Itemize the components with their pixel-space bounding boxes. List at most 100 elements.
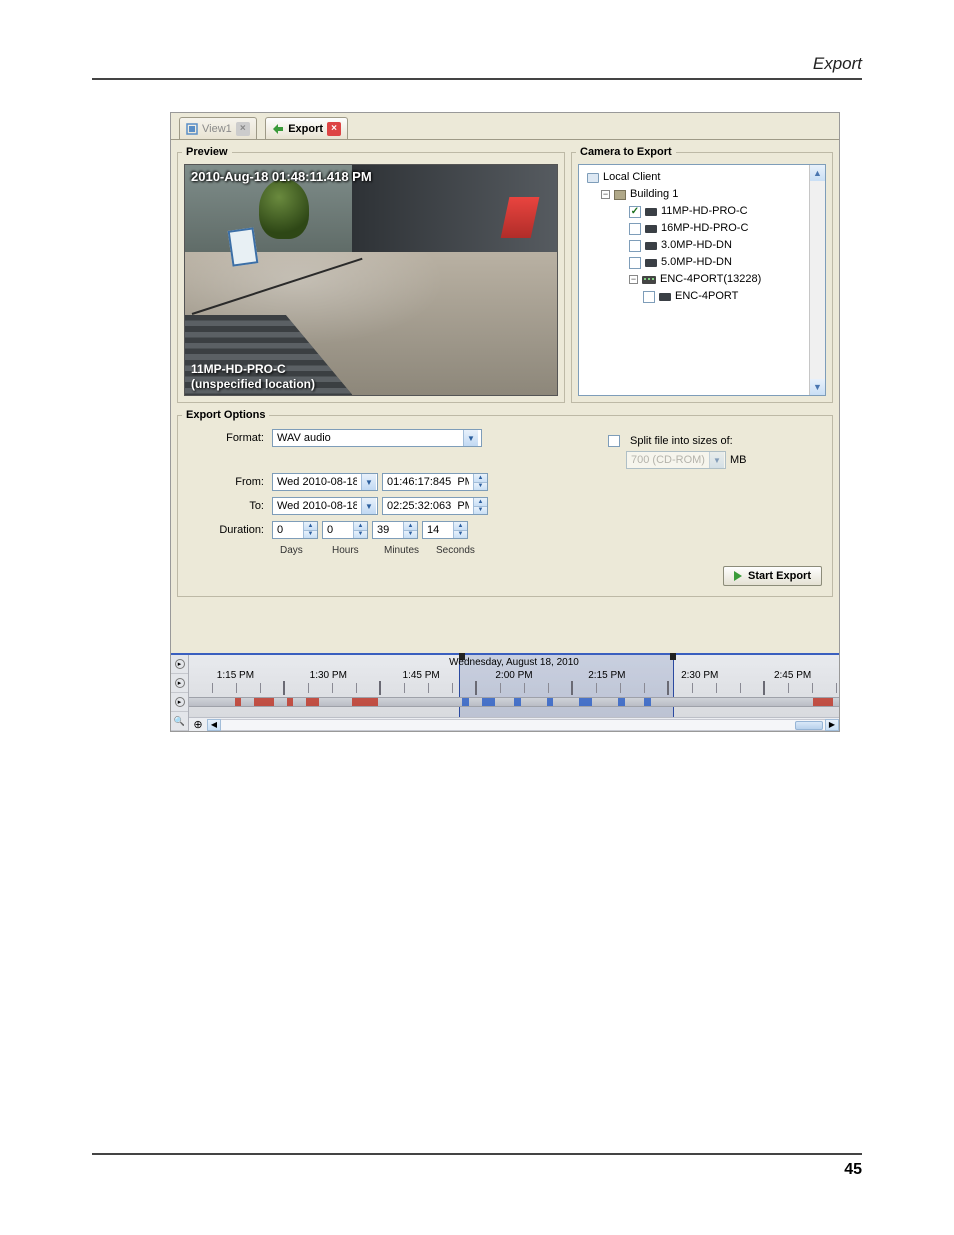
tab-export[interactable]: Export × [265, 117, 348, 139]
chevron-down-icon[interactable]: ▼ [361, 498, 376, 514]
spin-up-icon[interactable]: ▲ [454, 522, 467, 531]
hours-input[interactable] [323, 522, 353, 538]
spin-up-icon[interactable]: ▲ [474, 498, 487, 507]
preview-video[interactable]: 2010-Aug-18 01:48:11.418 PM 11MP-HD-PRO-… [184, 164, 558, 396]
checkbox[interactable] [629, 223, 641, 235]
tab-view1-close[interactable]: × [236, 122, 250, 136]
tree-cam-3[interactable]: 5.0MP-HD-DN [587, 254, 821, 271]
days-input[interactable] [273, 522, 303, 538]
record-segment [462, 698, 469, 706]
camera-icon [645, 242, 657, 250]
zoom-in-icon[interactable]: ⊕ [189, 718, 207, 731]
play-icon: ▸ [175, 659, 185, 669]
camera-tree[interactable]: Local Client − Building 1 11MP-HD-PRO-C [578, 164, 826, 396]
checkbox[interactable] [629, 257, 641, 269]
format-label: Format: [188, 432, 272, 444]
time-label: 2:00 PM [468, 670, 561, 681]
row-from: From: ▼ ▲▼ [188, 473, 822, 491]
timeline-play-button[interactable]: ▸ [171, 693, 188, 712]
record-segment [514, 698, 521, 706]
timeline-ticks-major [189, 681, 839, 695]
checkbox[interactable] [643, 291, 655, 303]
split-size-combo[interactable]: ▼ [626, 451, 726, 469]
row-to: To: ▼ ▲▼ [188, 497, 822, 515]
motion-segment [235, 698, 242, 706]
tree-cam-1[interactable]: 16MP-HD-PRO-C [587, 220, 821, 237]
from-time-spinner[interactable]: ▲▼ [382, 473, 488, 491]
chevron-down-icon[interactable]: ▼ [463, 430, 478, 446]
scroll-track[interactable] [221, 719, 825, 731]
duration-label: Duration: [188, 524, 272, 536]
format-input[interactable] [273, 430, 463, 446]
timeline-play-button[interactable]: ▸ [171, 674, 188, 693]
timeline-track[interactable] [189, 697, 839, 707]
tab-view1[interactable]: View1 × [179, 117, 257, 139]
to-date-combo[interactable]: ▼ [272, 497, 378, 515]
tree-encoder-child[interactable]: ENC-4PORT [587, 288, 821, 305]
tree-encoder-child-label: ENC-4PORT [675, 288, 738, 305]
tab-export-close[interactable]: × [327, 122, 341, 136]
spin-down-icon[interactable]: ▼ [354, 531, 367, 539]
days-spinner[interactable]: ▲▼ [272, 521, 318, 539]
to-date-input[interactable] [273, 498, 361, 514]
start-export-button[interactable]: Start Export [723, 566, 822, 586]
spin-up-icon[interactable]: ▲ [304, 522, 317, 531]
client-icon [587, 173, 599, 183]
hours-spinner[interactable]: ▲▼ [322, 521, 368, 539]
to-label: To: [188, 500, 272, 512]
tree-encoder[interactable]: − ENC-4PORT(13228) [587, 271, 821, 288]
chevron-down-icon[interactable]: ▼ [709, 452, 724, 468]
camera-icon [645, 208, 657, 216]
spin-down-icon[interactable]: ▼ [454, 531, 467, 539]
checkbox[interactable] [629, 240, 641, 252]
spin-down-icon[interactable]: ▼ [474, 483, 487, 491]
tree-root[interactable]: Local Client [587, 169, 821, 186]
tree-cam-0[interactable]: 11MP-HD-PRO-C [587, 203, 821, 220]
split-size-input[interactable] [627, 452, 709, 468]
timeline[interactable]: ▸ ▸ ▸ 🔍 Wednesday, August 18, 2010 1:15 … [171, 653, 839, 731]
spin-down-icon[interactable]: ▼ [474, 507, 487, 515]
view-icon [186, 123, 198, 135]
from-date-input[interactable] [273, 474, 361, 490]
camera-icon [645, 225, 657, 233]
motion-segment [813, 698, 833, 706]
seconds-input[interactable] [423, 522, 453, 538]
split-checkbox[interactable] [608, 435, 620, 447]
duration-units: Days Hours Minutes Seconds [280, 545, 822, 556]
format-combo[interactable]: ▼ [272, 429, 482, 447]
spin-down-icon[interactable]: ▼ [404, 531, 417, 539]
tree-scrollbar[interactable]: ▲ ▼ [809, 165, 825, 395]
spin-up-icon[interactable]: ▲ [354, 522, 367, 531]
seconds-spinner[interactable]: ▲▼ [422, 521, 468, 539]
timeline-scrollbar[interactable]: ⊕ ◀ ▶ [189, 717, 839, 731]
spin-up-icon[interactable]: ▲ [474, 474, 487, 483]
from-time-input[interactable] [383, 474, 473, 490]
to-time-input[interactable] [383, 498, 473, 514]
minutes-input[interactable] [373, 522, 403, 538]
minutes-spinner[interactable]: ▲▼ [372, 521, 418, 539]
spin-down-icon[interactable]: ▼ [304, 531, 317, 539]
chevron-down-icon[interactable]: ▼ [361, 474, 376, 490]
timeline-play-button[interactable]: ▸ [171, 655, 188, 674]
scroll-right-icon[interactable]: ▶ [825, 719, 839, 731]
preview-timestamp: 2010-Aug-18 01:48:11.418 PM [191, 169, 372, 184]
collapse-icon[interactable]: − [601, 190, 610, 199]
tab-view1-label: View1 [202, 123, 232, 135]
tree-cam-2[interactable]: 3.0MP-HD-DN [587, 237, 821, 254]
scroll-down-icon[interactable]: ▼ [810, 379, 825, 395]
checkbox[interactable] [629, 206, 641, 218]
scroll-thumb[interactable] [795, 721, 823, 730]
scroll-left-icon[interactable]: ◀ [207, 719, 221, 731]
spin-up-icon[interactable]: ▲ [404, 522, 417, 531]
timeline-date: Wednesday, August 18, 2010 [189, 657, 839, 668]
preview-camera-label: 11MP-HD-PRO-C (unspecified location) [191, 362, 315, 391]
to-time-spinner[interactable]: ▲▼ [382, 497, 488, 515]
preview-legend: Preview [182, 146, 232, 158]
export-arrow-icon [734, 571, 742, 581]
scroll-up-icon[interactable]: ▲ [810, 165, 825, 181]
from-date-combo[interactable]: ▼ [272, 473, 378, 491]
tree-encoder-label: ENC-4PORT(13228) [660, 271, 761, 288]
tree-site[interactable]: − Building 1 [587, 186, 821, 203]
timeline-zoom-button[interactable]: 🔍 [171, 712, 188, 731]
collapse-icon[interactable]: − [629, 275, 638, 284]
